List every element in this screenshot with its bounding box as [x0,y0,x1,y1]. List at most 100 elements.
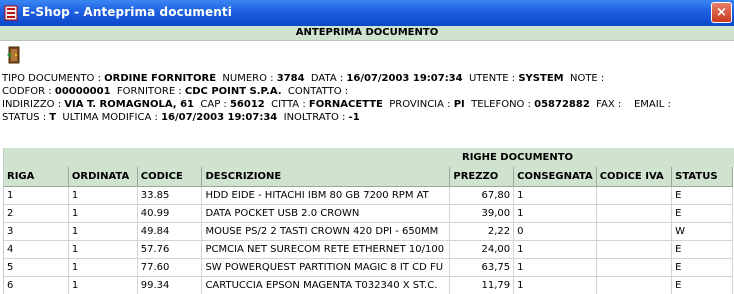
table-cell: 24,00 [449,240,515,259]
table-cell: E [671,204,733,223]
info-label: CITTA : [264,99,309,110]
table-cell: 1 [513,204,597,223]
table-cell: 4 [4,240,69,259]
info-line-1: TIPO DOCUMENTO : ORDINE FORNITORE NUMERO… [2,72,732,85]
table-cell: 2 [4,204,69,223]
table-body: 1 1 33.85 HDD EIDE - HITACHI IBM 80 GB 7200… [4,186,733,294]
info-label: UTENTE : [462,73,519,84]
info-value: CDC POINT S.P.A. [184,86,282,97]
table-cell: 1 [68,276,138,294]
document-rows-table: RIGA ORDINATA CODICE DESCRIZIONE PREZZO CONSE… [4,167,733,294]
info-value: 00000001 [54,86,111,97]
table-cell: 1 [68,240,138,259]
info-label: INDIRIZZO : [2,99,65,110]
table-cell: PCMCIA NET SURECOM RETE ETHERNET 10/100 [201,240,451,259]
table-cell: 49.84 [137,222,203,241]
table-row[interactable]: 4 1 57.76 PCMCIA NET SURECOM RETE ETHERNET … [4,240,733,259]
table-cell [596,276,673,294]
info-value: -1 [348,112,360,123]
table-cell: 0 [513,222,597,241]
document-info: TIPO DOCUMENTO : ORDINE FORNITORE NUMERO… [2,72,732,124]
title-bar: E-Shop - Anteprima documenti × [0,0,734,26]
table-cell [596,204,673,223]
table-cell [596,258,673,277]
table-cell: 63,75 [449,258,515,277]
window-title: E-Shop - Anteprima documenti [22,5,232,19]
column-header[interactable]: ORDINATA [68,167,138,187]
table-cell: 1 [4,186,69,205]
info-label: ULTIMA MODIFICA : [56,112,162,123]
table-cell [596,186,673,205]
column-header[interactable]: CODICE IVA [596,167,673,187]
table-cell: 33.85 [137,186,203,205]
info-label: INOLTRATO : [277,112,349,123]
table-cell: 40.99 [137,204,203,223]
column-header[interactable]: DESCRIZIONE [201,167,451,187]
info-label: NOTE : [563,73,605,84]
table-cell: 1 [513,258,597,277]
info-value: ORDINE FORNITORE [104,73,217,84]
preview-header: ANTEPRIMA DOCUMENTO [0,26,734,41]
info-value: 3784 [276,73,305,84]
info-line-4: STATUS : T ULTIMA MODIFICA : 16/07/2003 … [2,111,732,124]
info-label: TIPO DOCUMENTO : [2,73,105,84]
table-cell: W [671,222,733,241]
table-cell: DATA POCKET USB 2.0 CROWN [201,204,451,223]
info-label: FAX : [589,99,622,110]
info-label: FORNITORE : [110,86,185,97]
table-cell: E [671,186,733,205]
column-header[interactable]: PREZZO [449,167,515,187]
info-label: DATA : [304,73,347,84]
table-cell: 1 [68,204,138,223]
app-icon [4,5,18,21]
column-header[interactable]: STATUS [671,167,733,187]
table-header-row: RIGA ORDINATA CODICE DESCRIZIONE PREZZO CONSE… [4,167,733,187]
document-rows-panel: RIGHE DOCUMENTO RIGA ORDINATA CODICE DESCRI… [3,148,734,294]
table-cell: 1 [68,258,138,277]
table-cell: E [671,258,733,277]
column-header[interactable]: CONSEGNATA [513,167,597,187]
table-cell: 2,22 [449,222,515,241]
info-value: FORNACETTE [308,99,383,110]
table-cell: 1 [68,186,138,205]
info-label: CONTATTO : [281,86,349,97]
column-header[interactable]: CODICE [137,167,203,187]
table-cell: 3 [4,222,69,241]
table-cell: 57.76 [137,240,203,259]
info-value: 16/07/2003 19:07:34 [161,112,278,123]
info-label: CAP : [194,99,230,110]
table-cell [596,240,673,259]
table-row[interactable]: 3 1 49.84 MOUSE PS/2 2 TASTI CROWN 420 DPI … [4,222,733,241]
table-cell: 77.60 [137,258,203,277]
info-line-3: INDIRIZZO : VIA T. ROMAGNOLA, 61 CAP : 5… [2,98,732,111]
table-cell: 5 [4,258,69,277]
table-row[interactable]: 2 1 40.99 DATA POCKET USB 2.0 CROWN 39,00 1 E [4,204,733,223]
info-value: PI [453,99,465,110]
column-header[interactable]: RIGA [4,167,69,187]
table-cell: E [671,276,733,294]
info-label: CODFOR : [2,86,55,97]
table-cell: MOUSE PS/2 2 TASTI CROWN 420 DPI - 650MM [201,222,451,241]
table-cell: 99.34 [137,276,203,294]
close-button[interactable]: × [711,2,732,23]
table-cell: 39,00 [449,204,515,223]
table-cell: HDD EIDE - HITACHI IBM 80 GB 7200 RPM AT [201,186,451,205]
table-cell: 1 [513,186,597,205]
table-row[interactable]: 6 1 99.34 CARTUCCIA EPSON MAGENTA T032340 X… [4,276,733,294]
info-line-2: CODFOR : 00000001 FORNITORE : CDC POINT … [2,85,732,98]
info-value: 56012 [229,99,265,110]
info-label: EMAIL : [621,99,671,110]
rows-header-band: RIGHE DOCUMENTO [4,148,734,167]
info-value: SYSTEM [518,73,564,84]
exit-door-icon[interactable] [6,46,22,64]
info-label: PROVINCIA : [382,99,454,110]
info-label: NUMERO : [216,73,277,84]
table-row[interactable]: 5 1 77.60 SW POWERQUEST PARTITION MAGIC 8 I… [4,258,733,277]
info-value: VIA T. ROMAGNOLA, 61 [64,99,195,110]
table-cell: 1 [68,222,138,241]
info-value: 05872882 [534,99,590,110]
table-cell: 6 [4,276,69,294]
table-cell [596,222,673,241]
table-row[interactable]: 1 1 33.85 HDD EIDE - HITACHI IBM 80 GB 7200… [4,186,733,205]
info-label: TELEFONO : [464,99,535,110]
